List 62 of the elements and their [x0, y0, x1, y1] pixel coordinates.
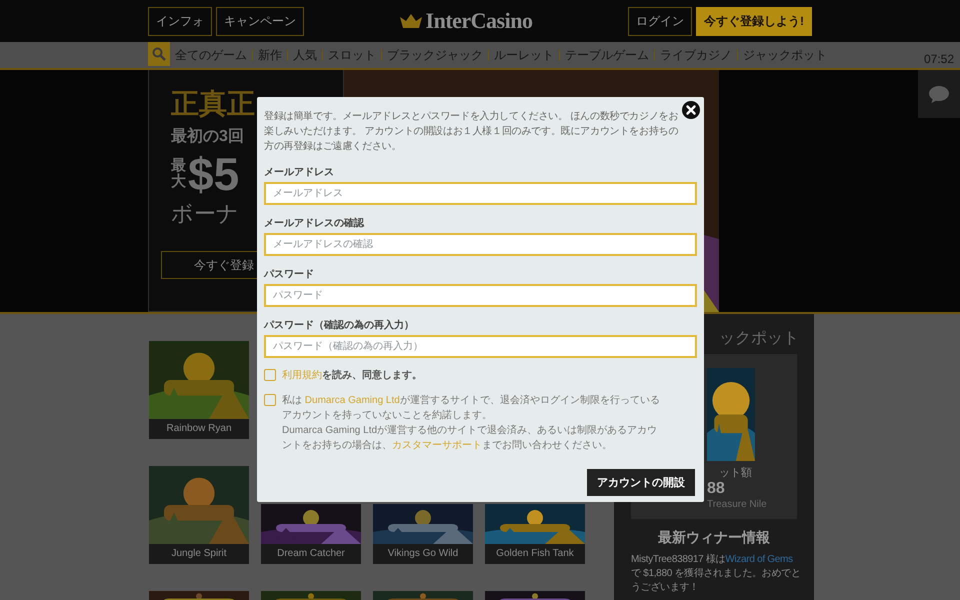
- jackpot-heading: ックポット: [718, 329, 797, 349]
- nav-link[interactable]: ブラックジャック: [382, 49, 489, 61]
- header-button[interactable]: インフォ: [148, 6, 212, 36]
- nav-link[interactable]: ルーレット: [489, 49, 560, 61]
- amount-prefix: 最大: [171, 158, 186, 190]
- input-field[interactable]: パスワード（確認の為の再入力）: [264, 335, 697, 358]
- search-icon: [152, 47, 166, 61]
- winners-heading: 最新ウィナー情報: [657, 529, 771, 547]
- clock: 07:52: [924, 52, 955, 66]
- field-label: パスワード: [264, 268, 315, 279]
- nav-link[interactable]: ジャックポット: [738, 49, 832, 61]
- consent-text: 私は Dumarca Gaming Ltdが運営するサイトで、退会済やログイン制限を行っているアカウントを持っていないことを約諾します。 Dumarca Gaming Ltdが運営する他のサイトで退会済み、あるいは制限があるアカウントをお持ちの場合は、カスタマーサポート までお問い合わせください。: [282, 394, 661, 453]
- field-label: メールアドレスの確認: [264, 216, 366, 228]
- checkbox[interactable]: [264, 369, 276, 381]
- jackpot-game: Treasure Nile: [707, 499, 768, 510]
- consent-text: 利用規約を読み、同意します。: [282, 368, 423, 383]
- logo-text: InterCasino: [426, 8, 532, 34]
- header-button[interactable]: キャンペーン: [216, 6, 304, 36]
- game-title: Golden Fish Tank: [495, 547, 575, 561]
- game-title: Dream Catcher: [276, 547, 346, 561]
- login-button[interactable]: ログイン: [628, 6, 692, 36]
- game-tile[interactable]: Vikings Go Wild: [373, 504, 473, 564]
- game-tile[interactable]: Jungle Spirit: [149, 466, 249, 564]
- jackpot-label: ット額: [718, 466, 753, 480]
- close-button[interactable]: [682, 101, 700, 119]
- field-label: メールアドレス: [264, 166, 335, 177]
- nav-link[interactable]: 人気: [288, 49, 323, 61]
- bonus-amount: $5: [188, 149, 240, 199]
- crown-icon: [400, 14, 422, 28]
- checkbox[interactable]: [264, 394, 276, 406]
- game-title: Jungle Spirit: [170, 547, 228, 561]
- nav-link[interactable]: テーブルゲーム: [560, 49, 655, 61]
- game-title: Rainbow Ryan: [165, 422, 233, 436]
- text-link[interactable]: カスタマーサポート: [392, 440, 482, 451]
- close-icon: [682, 101, 700, 119]
- headline: 正真正: [171, 87, 255, 121]
- game-tile[interactable]: Rainbow Ryan: [149, 341, 249, 439]
- search-button[interactable]: [148, 42, 170, 66]
- intro-text: 登録は簡単です。メールアドレスとパスワードを入力してください。 ほんの数秒でカジノをお楽しみいただけます。 アカウントの開設はお１人様１回のみです。既にアカウントをお持ちの方の再登録はご遠慮ください。: [264, 110, 680, 154]
- text-link[interactable]: Dumarca Gaming Ltd: [304, 395, 400, 406]
- nav-link[interactable]: 全てのゲーム: [170, 49, 253, 61]
- game-link[interactable]: Wizard of Gems: [725, 554, 793, 565]
- nav-link[interactable]: ライブカジノ: [655, 49, 738, 61]
- input-field[interactable]: メールアドレスの確認: [264, 233, 697, 256]
- game-tile[interactable]: Dream Catcher: [261, 504, 361, 564]
- chat-button[interactable]: [918, 70, 960, 118]
- jackpot-amount: 88: [707, 480, 726, 498]
- nav-link[interactable]: スロット: [323, 49, 382, 61]
- input-field[interactable]: メールアドレス: [264, 182, 697, 205]
- submit-button[interactable]: アカウントの開設: [587, 469, 695, 496]
- game-tile[interactable]: Golden Fish Tank: [485, 504, 585, 564]
- nav-link[interactable]: 新作: [253, 49, 288, 61]
- promo-text: ボーナ: [171, 200, 239, 228]
- text-link[interactable]: 利用規約: [282, 370, 322, 381]
- chat-icon: [929, 86, 949, 102]
- input-field[interactable]: パスワード: [264, 284, 697, 307]
- register-button[interactable]: 今すぐ登録しよう!: [696, 6, 812, 36]
- field-label: パスワード（確認の為の再入力）: [264, 318, 415, 330]
- winner-text: MistyTree838917 様はWizard of Gems で $1,880 を獲得されました。おめでとうございます！: [631, 553, 801, 595]
- promo-text: 最初の3回: [171, 126, 244, 147]
- logo[interactable]: InterCasino: [400, 8, 532, 34]
- game-title: Vikings Go Wild: [386, 547, 460, 561]
